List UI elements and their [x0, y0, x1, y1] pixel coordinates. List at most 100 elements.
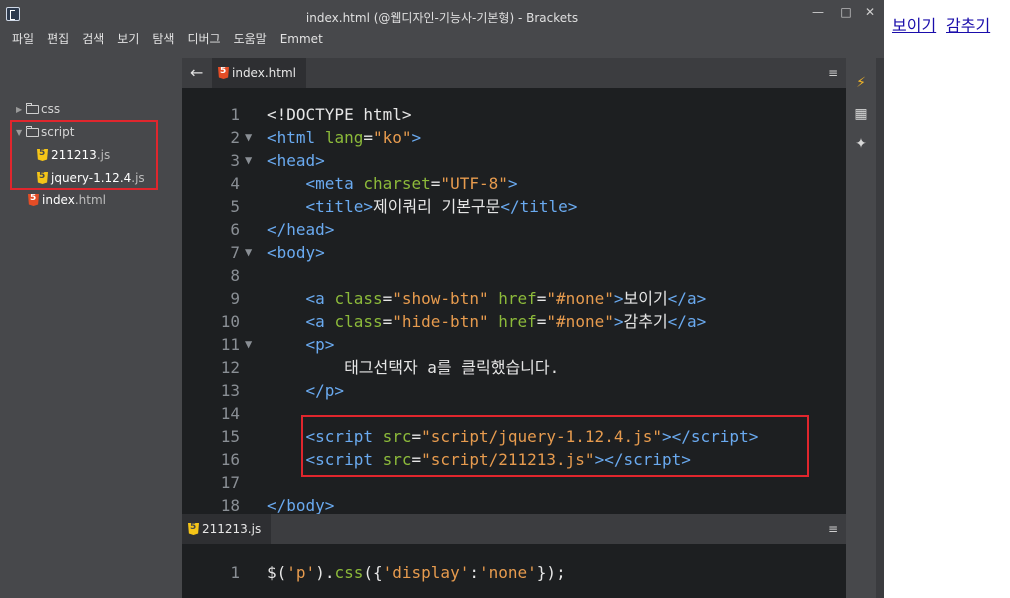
title-bar: index.html (@웹디자인-기능사-기본형) - Brackets — … — [0, 0, 884, 30]
pane-menu-icon[interactable]: ≡ — [828, 522, 838, 536]
code-line: <p> — [305, 335, 335, 354]
html-file-icon — [218, 67, 229, 79]
line-number: 10 — [220, 312, 240, 331]
close-button[interactable]: ✕ — [860, 4, 880, 20]
line-number: 17 — [220, 473, 240, 492]
menu-find[interactable]: 검색 — [76, 30, 111, 50]
hide-link[interactable]: 감추기 — [946, 12, 990, 36]
js-file-icon — [37, 172, 48, 184]
pane-menu-icon[interactable]: ≡ — [828, 66, 838, 80]
line-number: 2 — [230, 128, 240, 147]
show-link[interactable]: 보이기 — [892, 12, 936, 36]
code-text: 보이기 — [623, 289, 668, 308]
code-string: show-btn — [401, 289, 479, 308]
code-string: ko — [382, 128, 402, 147]
tree-folder-script[interactable]: ▼ script — [16, 122, 74, 142]
js-file-icon — [188, 523, 199, 535]
scrollbar[interactable] — [876, 58, 884, 598]
code-line: <a class="show-btn" href="#none">보이기</a> — [305, 289, 707, 308]
fold-arrow-icon[interactable]: ▼ — [245, 126, 252, 149]
tree-file-211213[interactable]: 211213 .js — [37, 145, 110, 165]
code-editor-211213-js[interactable]: 1 $('p').css({'display':'none'}); — [182, 544, 846, 598]
line-number: 12 — [220, 358, 240, 377]
code-line: <html lang="ko"> — [267, 128, 422, 147]
file-tree-sidebar: ▶ css ▼ script 211213 .js jquery-1.12.4 … — [0, 58, 182, 598]
menu-navigate[interactable]: 탐색 — [146, 30, 181, 50]
tab-211213-js[interactable]: 211213.js — [182, 514, 272, 544]
live-preview-icon[interactable]: ⚡ — [851, 73, 871, 93]
code-line: <body> — [267, 243, 325, 262]
line-number: 18 — [220, 496, 240, 514]
chevron-down-icon: ▼ — [16, 127, 23, 137]
browser-preview: 보이기 감추기 — [884, 0, 1010, 598]
code-line: <script src="script/211213.js"></script> — [305, 450, 691, 469]
magic-wand-icon[interactable]: ✦ — [851, 134, 871, 154]
line-number: 5 — [230, 197, 240, 216]
chevron-right-icon: ▶ — [16, 104, 23, 114]
file-name: index — [42, 193, 75, 207]
code-line: 태그선택자 a를 클릭했습니다. — [267, 356, 559, 379]
file-name: 211213 — [51, 148, 97, 162]
menu-emmet[interactable]: Emmet — [274, 30, 330, 50]
tab-index-html[interactable]: index.html — [212, 58, 306, 88]
tree-file-index[interactable]: index .html — [28, 190, 106, 210]
line-number: 16 — [220, 450, 240, 469]
file-name: jquery-1.12.4 — [51, 171, 132, 185]
line-number: 6 — [230, 220, 240, 239]
code-string: script/jquery-1.12.4.js — [430, 427, 653, 446]
folder-icon — [26, 102, 39, 114]
code-line: <meta charset="UTF-8"> — [305, 174, 518, 193]
code-string: p — [295, 563, 306, 582]
menu-bar: 파일 편집 검색 보기 탐색 디버그 도움말 Emmet — [6, 30, 330, 50]
line-number: 14 — [220, 404, 240, 423]
minimize-button[interactable]: — — [808, 4, 828, 20]
extension-manager-icon[interactable]: ▦ — [851, 104, 871, 124]
menu-view[interactable]: 보기 — [111, 30, 146, 50]
html-file-icon — [28, 194, 39, 206]
code-string: script/211213.js — [430, 450, 585, 469]
line-number: 3 — [230, 151, 240, 170]
code-line: <script src="script/jquery-1.12.4.js"></… — [305, 427, 759, 446]
window-title: index.html (@웹디자인-기능사-기본형) - Brackets — [305, 11, 579, 25]
line-number: 8 — [230, 266, 240, 285]
code-text: 감추기 — [623, 312, 668, 331]
back-arrow-icon[interactable]: ← — [190, 63, 203, 82]
brackets-window: index.html (@웹디자인-기능사-기본형) - Brackets — … — [0, 0, 884, 598]
editor-tab-bar: ← index.html ≡ — [182, 58, 846, 88]
code-line: </p> — [305, 381, 345, 400]
menu-help[interactable]: 도움말 — [228, 30, 274, 50]
code-line: <head> — [267, 151, 325, 170]
doctype-text: <!DOCTYPE html> — [267, 105, 412, 124]
line-number: 15 — [220, 427, 240, 446]
line-number: 4 — [230, 174, 240, 193]
line-number: 9 — [230, 289, 240, 308]
tree-file-jquery[interactable]: jquery-1.12.4 .js — [37, 168, 145, 188]
file-ext: .js — [131, 171, 145, 185]
file-ext: .js — [96, 148, 111, 162]
right-toolbar: ⚡ ▦ ✦ — [846, 58, 876, 598]
tab-label: index.html — [232, 66, 296, 80]
code-string: #none — [556, 312, 605, 331]
folder-label: script — [41, 125, 75, 139]
code-string: none — [488, 563, 528, 582]
menu-debug[interactable]: 디버그 — [181, 30, 227, 50]
fold-arrow-icon[interactable]: ▼ — [245, 241, 252, 264]
code-line: $('p').css({'display':'none'}); — [267, 563, 566, 582]
code-text: 태그선택자 a를 클릭했습니다. — [344, 358, 560, 377]
code-line: <title>제이쿼리 기본구문</title> — [305, 197, 578, 216]
tab-label: 211213.js — [202, 522, 262, 536]
code-string: hide-btn — [401, 312, 479, 331]
line-number: 7 — [230, 243, 240, 262]
fold-arrow-icon[interactable]: ▼ — [245, 333, 252, 356]
file-ext: .html — [74, 193, 106, 207]
fold-arrow-icon[interactable]: ▼ — [245, 149, 252, 172]
line-number: 1 — [230, 563, 240, 582]
code-editor-index-html[interactable]: 1 <!DOCTYPE html> 2 ▼ <html lang="ko"> 3 ▼ <h… — [182, 88, 846, 514]
tree-folder-css[interactable]: ▶ css — [16, 99, 60, 119]
menu-edit[interactable]: 편집 — [41, 30, 76, 50]
maximize-button[interactable]: □ — [836, 4, 856, 20]
js-file-icon — [37, 149, 48, 161]
code-string: display — [392, 563, 460, 582]
menu-file[interactable]: 파일 — [6, 30, 41, 50]
code-line: <a class="hide-btn" href="#none">감추기</a> — [305, 312, 707, 331]
